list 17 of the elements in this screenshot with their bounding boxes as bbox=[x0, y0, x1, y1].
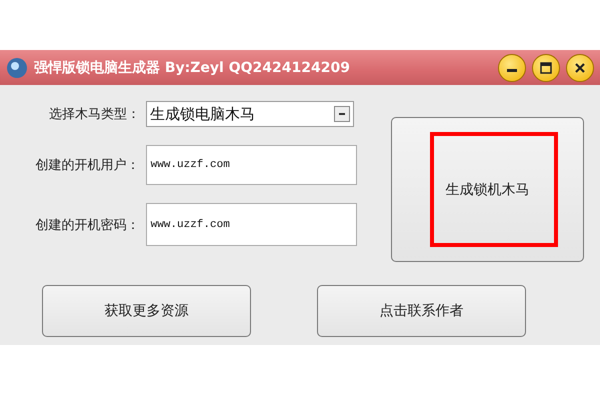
input-field[interactable]: www.uzzf.com bbox=[146, 145, 357, 185]
input-field[interactable]: www.uzzf.com bbox=[146, 203, 357, 246]
minimize-button[interactable] bbox=[498, 54, 526, 82]
close-button[interactable] bbox=[566, 54, 594, 82]
field-label: 选择木马类型： bbox=[48, 106, 141, 123]
field-label: 创建的开机密码： bbox=[34, 216, 141, 234]
action-button[interactable]: 获取更多资源 bbox=[42, 285, 251, 337]
maximize-icon bbox=[540, 62, 552, 74]
window-title: 强悍版锁电脑生成器 By:Zeyl QQ2424124209 bbox=[34, 58, 351, 76]
type-dropdown[interactable]: 生成锁电脑木马 bbox=[146, 101, 354, 127]
action-button[interactable]: 点击联系作者 bbox=[317, 285, 526, 337]
app-icon bbox=[6, 56, 28, 78]
generate-button[interactable]: 生成锁机木马 bbox=[391, 117, 584, 262]
field-label: 创建的开机用户： bbox=[34, 157, 141, 174]
close-icon bbox=[574, 62, 586, 74]
minimize-icon bbox=[507, 69, 517, 72]
maximize-button[interactable] bbox=[532, 54, 560, 82]
